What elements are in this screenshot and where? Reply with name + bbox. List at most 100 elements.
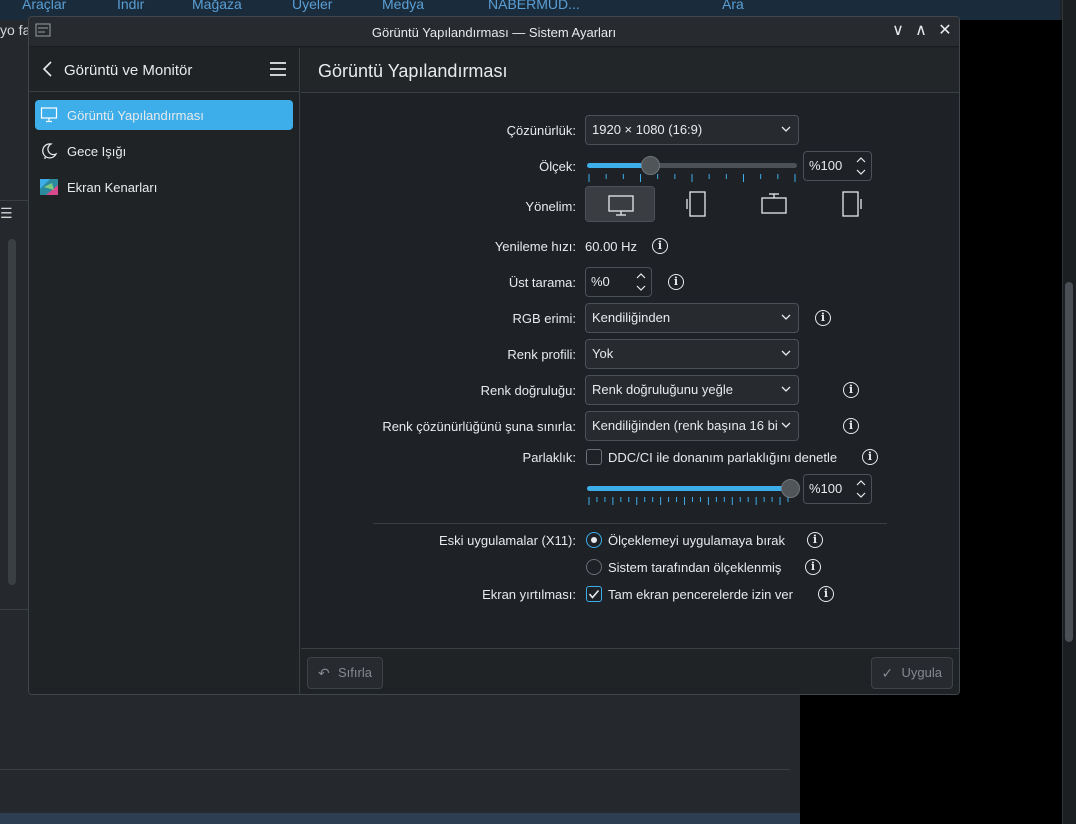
slider-handle[interactable] (641, 156, 660, 175)
menu-search[interactable]: Ara (722, 0, 744, 12)
background-bottom-bar (0, 813, 800, 824)
chevron-down-icon (778, 116, 794, 144)
sidebar-item-label: Görüntü Yapılandırması (67, 108, 204, 123)
chevron-down-icon (778, 304, 794, 332)
info-icon[interactable]: i (818, 586, 834, 602)
landscape-monitor-icon (608, 195, 634, 216)
brightness-spinbox[interactable]: %100 (803, 474, 872, 504)
info-icon[interactable]: i (815, 310, 831, 326)
color-depth-value: Kendiliğinden (renk başına 16 bit) (592, 418, 786, 433)
resolution-combo[interactable]: 1920 × 1080 (16:9) (585, 115, 799, 145)
color-accuracy-combo[interactable]: Renk doğruluğunu yeğle (585, 375, 799, 405)
chevron-down-icon (778, 412, 794, 440)
apply-button[interactable]: ✓ Uygula (870, 657, 953, 689)
hamburger-menu-icon[interactable] (269, 61, 287, 77)
close-button[interactable]: ✕ (934, 20, 956, 42)
scale-slider[interactable] (587, 156, 797, 186)
resolution-label: Çözünürlük: (506, 123, 576, 138)
color-accuracy-value: Renk doğruluğunu yeğle (592, 382, 733, 397)
slider-handle[interactable] (781, 479, 800, 498)
ddc-checkbox-label: DDC/CI ile donanım parlaklığını denetle (608, 450, 838, 465)
color-profile-label: Renk profili: (507, 347, 576, 362)
color-depth-label: Renk çözünürlüğünü şuna sınırla: (382, 419, 576, 434)
checkmark-icon (588, 589, 600, 599)
page-title: Görüntü Yapılandırması (318, 61, 508, 81)
color-profile-value: Yok (592, 346, 614, 361)
undo-icon: ↶ (318, 665, 330, 681)
tearing-checkbox[interactable] (586, 586, 602, 602)
spin-arrows-icon[interactable] (634, 270, 648, 294)
reset-button-label: Sıfırla (338, 665, 372, 680)
back-arrow-icon[interactable] (39, 59, 57, 79)
window-title: Görüntü Yapılandırması — Sistem Ayarları (371, 25, 617, 40)
resolution-value: 1920 × 1080 (16:9) (592, 122, 703, 137)
title-bar[interactable]: Görüntü Yapılandırması — Sistem Ayarları… (29, 17, 959, 47)
menu-download[interactable]: İndir (117, 0, 144, 12)
background-divider (0, 769, 790, 770)
spin-arrows-icon[interactable] (854, 477, 868, 501)
orientation-flipped-button[interactable] (739, 186, 809, 222)
scale-value: %100 (809, 158, 843, 173)
slider-ticks (588, 497, 789, 505)
legacy-system-scaled-label: Sistem tarafından ölçeklenmiş (608, 560, 782, 575)
slider-ticks (588, 174, 796, 182)
brightness-slider[interactable] (587, 479, 800, 509)
main-panel: Görüntü Yapılandırması Çözünürlük: 1920 … (301, 48, 959, 694)
maximize-button[interactable]: ∧ (910, 20, 932, 42)
spin-arrows-icon[interactable] (854, 154, 868, 178)
portrait-right-monitor-icon (842, 191, 862, 217)
slider-fill (587, 486, 790, 491)
orientation-portrait-left-button[interactable] (663, 186, 733, 222)
menu-media[interactable]: Medya (382, 0, 426, 12)
color-profile-combo[interactable]: Yok (585, 339, 799, 369)
info-icon[interactable]: i (805, 559, 821, 575)
sidebar-item-display-config[interactable]: Görüntü Yapılandırması (35, 100, 293, 130)
brightness-value: %100 (809, 481, 843, 496)
sidebar-title: Görüntü ve Monitör (64, 62, 193, 79)
sidebar-item-label: Ekran Kenarları (67, 180, 158, 195)
legacy-system-scaled-radio[interactable] (586, 559, 602, 575)
overscan-value: %0 (591, 274, 610, 289)
ddc-checkbox[interactable] (586, 449, 602, 465)
minimize-button[interactable]: ∨ (887, 20, 909, 42)
scale-spinbox[interactable]: %100 (803, 151, 872, 181)
rgb-range-combo[interactable]: Kendiliğinden (585, 303, 799, 333)
screen-edges-icon (40, 179, 58, 195)
info-icon[interactable]: i (843, 418, 859, 434)
background-text: yo fa (0, 22, 31, 38)
color-accuracy-label: Renk doğruluğu: (480, 383, 576, 398)
color-depth-combo[interactable]: Kendiliğinden (renk başına 16 bit) (585, 411, 799, 441)
night-light-icon (42, 143, 58, 159)
info-icon[interactable]: i (843, 382, 859, 398)
info-icon[interactable]: i (652, 238, 668, 254)
settings-window: Görüntü Yapılandırması — Sistem Ayarları… (28, 16, 960, 695)
sidebar-item-screen-edges[interactable]: Ekran Kenarları (35, 172, 293, 202)
sidebar-header: Görüntü ve Monitör (29, 48, 299, 92)
monitor-icon (40, 107, 58, 123)
flipped-monitor-icon (761, 193, 787, 214)
legacy-apps-label: Eski uygulamalar (X11): (438, 533, 576, 548)
orientation-portrait-right-button[interactable] (815, 186, 885, 222)
refresh-rate-value: 60.00 Hz (585, 239, 638, 254)
checkmark-icon: ✓ (881, 665, 894, 681)
overscan-spinbox[interactable]: %0 (585, 267, 652, 297)
legacy-scale-app-radio[interactable] (586, 532, 602, 548)
menu-store[interactable]: Mağaza (192, 0, 242, 12)
sidebar-item-night-light[interactable]: Gece Işığı (35, 136, 293, 166)
info-icon[interactable]: i (862, 449, 878, 465)
menu-members[interactable]: Üyeler (292, 0, 332, 12)
rgb-range-value: Kendiliğinden (592, 310, 671, 325)
menu-tools[interactable]: Araçlar (22, 0, 66, 12)
reset-button[interactable]: ↶ Sıfırla (307, 657, 383, 689)
rgb-range-label: RGB erimi: (512, 311, 576, 326)
background-panel (0, 200, 28, 610)
browser-scrollbar-thumb[interactable] (1065, 282, 1073, 642)
info-icon[interactable]: i (807, 532, 823, 548)
chevron-down-icon (778, 340, 794, 368)
info-icon[interactable]: i (668, 274, 684, 290)
menu-user[interactable]: NABERMUD... (488, 0, 580, 12)
orientation-landscape-button[interactable] (585, 186, 655, 222)
apply-button-label: Uygula (901, 665, 942, 680)
portrait-left-monitor-icon (686, 191, 706, 217)
sidebar: Görüntü ve Monitör Görüntü Yapılandırmas… (29, 48, 300, 694)
